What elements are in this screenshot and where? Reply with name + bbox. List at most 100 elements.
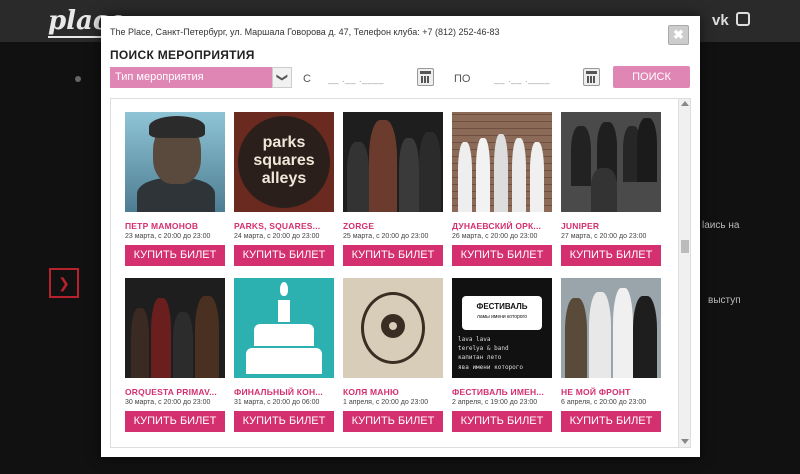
event-image-shape xyxy=(419,132,441,212)
event-image-shape xyxy=(512,138,526,212)
close-icon[interactable]: ✖ xyxy=(668,25,689,45)
event-image-shape xyxy=(494,134,508,212)
event-title[interactable]: ФЕСТИВАЛЬ ИМЕН... xyxy=(452,387,552,397)
date-to-input[interactable]: __ .__ .____ xyxy=(494,74,550,88)
buy-ticket-button[interactable]: КУПИТЬ БИЛЕТ xyxy=(452,411,552,432)
scroll-thumb[interactable] xyxy=(681,240,689,253)
background-text: lаись на xyxy=(702,220,740,231)
chevron-down-icon[interactable]: ❯ xyxy=(272,67,292,88)
event-image-shape xyxy=(347,142,369,212)
event-image-text: ява имени которого xyxy=(458,364,524,371)
event-image-shape xyxy=(131,308,149,378)
buy-ticket-button[interactable]: КУПИТЬ БИЛЕТ xyxy=(561,411,661,432)
scroll-down-arrow-icon[interactable] xyxy=(681,439,689,444)
event-date: 1 апреля, с 20:00 до 23:00 xyxy=(343,399,429,406)
event-image-text: ФЕСТИВАЛЬ xyxy=(476,302,528,311)
calendar-icon[interactable] xyxy=(583,68,600,86)
event-image-shape xyxy=(195,296,219,378)
event-image-text: squares xyxy=(253,152,315,169)
cake-icon xyxy=(246,348,322,374)
instagram-icon[interactable] xyxy=(736,12,750,26)
event-search-modal: The Place, Санкт-Петербург, ул. Маршала … xyxy=(101,16,700,457)
event-image-shape xyxy=(530,142,544,212)
candle-icon xyxy=(278,300,290,322)
event-title[interactable]: КОЛЯ МАНЮ xyxy=(343,387,443,397)
event-date: 27 марта, с 20:00 до 23:00 xyxy=(561,233,647,240)
vk-icon[interactable]: vk xyxy=(712,12,729,29)
event-image-shape xyxy=(589,292,611,378)
event-image-shape xyxy=(173,312,193,378)
event-date: 2 апреля, с 19:00 до 23:00 xyxy=(452,399,538,406)
buy-ticket-button[interactable]: КУПИТЬ БИЛЕТ xyxy=(125,245,225,266)
event-image-shape xyxy=(149,116,205,138)
buy-ticket-button[interactable]: КУПИТЬ БИЛЕТ xyxy=(234,245,334,266)
eye-emblem-icon xyxy=(389,322,397,330)
event-image-shape xyxy=(571,126,591,186)
event-image-text: ламы имени которого xyxy=(476,314,528,320)
event-image[interactable] xyxy=(125,278,225,378)
search-button[interactable]: ПОИСК xyxy=(613,66,690,88)
event-title[interactable]: НЕ МОЙ ФРОНТ xyxy=(561,387,661,397)
event-image-shape xyxy=(399,138,419,212)
event-image[interactable] xyxy=(561,278,661,378)
results-scrollbar[interactable] xyxy=(678,99,690,447)
event-image-shape xyxy=(151,298,171,378)
buy-ticket-button[interactable]: КУПИТЬ БИЛЕТ xyxy=(343,411,443,432)
buy-ticket-button[interactable]: КУПИТЬ БИЛЕТ xyxy=(452,245,552,266)
event-image[interactable] xyxy=(234,278,334,378)
event-image-shape xyxy=(633,296,657,378)
chevron-glyph: ❯ xyxy=(276,72,289,83)
calendar-icon[interactable] xyxy=(417,68,434,86)
scroll-up-arrow-icon[interactable] xyxy=(681,101,689,106)
event-image[interactable] xyxy=(343,112,443,212)
event-image[interactable]: ФЕСТИВАЛЬ ламы имени которого lava lava … xyxy=(452,278,552,378)
event-title[interactable]: ZORGE xyxy=(343,221,443,231)
event-image-shape xyxy=(458,142,472,212)
event-title[interactable]: PARKS, SQUARES... xyxy=(234,221,334,231)
event-date: 25 марта, с 20:00 до 23:00 xyxy=(343,233,429,240)
date-from-label: С xyxy=(303,73,311,85)
event-image[interactable]: parks squares alleys xyxy=(234,112,334,212)
event-date: 30 марта, с 20:00 до 23:00 xyxy=(125,399,211,406)
club-address: The Place, Санкт-Петербург, ул. Маршала … xyxy=(110,27,500,37)
buy-ticket-button[interactable]: КУПИТЬ БИЛЕТ xyxy=(561,245,661,266)
event-image[interactable] xyxy=(561,112,661,212)
event-date: 26 марта, с 20:00 до 23:00 xyxy=(452,233,538,240)
event-image[interactable] xyxy=(125,112,225,212)
event-type-select[interactable]: Тип мероприятия xyxy=(110,67,292,88)
event-image[interactable] xyxy=(343,278,443,378)
buy-ticket-button[interactable]: КУПИТЬ БИЛЕТ xyxy=(125,411,225,432)
event-image-shape xyxy=(476,138,490,212)
scroll-down-arrow-icon[interactable]: ❯ xyxy=(49,268,79,298)
event-date: 24 марта, с 20:00 до 23:00 xyxy=(234,233,320,240)
buy-ticket-button[interactable]: КУПИТЬ БИЛЕТ xyxy=(234,411,334,432)
event-image-text: terelya & band xyxy=(458,345,509,352)
event-image-text: alleys xyxy=(261,170,307,187)
background-text: выступ xyxy=(708,295,741,306)
event-date: 23 марта, с 20:00 до 23:00 xyxy=(125,233,211,240)
date-from-input[interactable]: __ .__ .____ xyxy=(328,74,384,88)
search-title: ПОИСК МЕРОПРИЯТИЯ xyxy=(110,48,255,62)
event-image[interactable] xyxy=(452,112,552,212)
event-title[interactable]: ФИНАЛЬНЫЙ КОН... xyxy=(234,387,334,397)
date-to-label: ПО xyxy=(454,73,471,85)
event-date: 31 марта, с 20:00 до 06:00 xyxy=(234,399,320,406)
cake-icon xyxy=(254,324,314,346)
decor-dot xyxy=(75,76,81,82)
event-image-text: parks xyxy=(262,134,306,151)
candle-flame-icon xyxy=(280,282,288,296)
event-image-text: капитан лето xyxy=(458,354,502,361)
event-image-shape xyxy=(637,118,657,182)
event-image-text: lava lava xyxy=(458,336,491,343)
buy-ticket-button[interactable]: КУПИТЬ БИЛЕТ xyxy=(343,245,443,266)
event-image-shape xyxy=(565,298,587,378)
event-date: 6 апреля, с 20:00 до 23:00 xyxy=(561,399,647,406)
events-results-grid: ПЕТР МАМОНОВ 23 марта, с 20:00 до 23:00 … xyxy=(110,98,691,448)
event-image-shape xyxy=(613,288,633,378)
event-title[interactable]: ПЕТР МАМОНОВ xyxy=(125,221,225,231)
event-image-shape xyxy=(591,168,617,212)
event-title[interactable]: ORQUESTA PRIMAV... xyxy=(125,387,225,397)
event-title[interactable]: ДУНАЕВСКИЙ ОРК... xyxy=(452,221,552,231)
event-image-shape xyxy=(369,120,397,212)
event-title[interactable]: JUNIPER xyxy=(561,221,661,231)
